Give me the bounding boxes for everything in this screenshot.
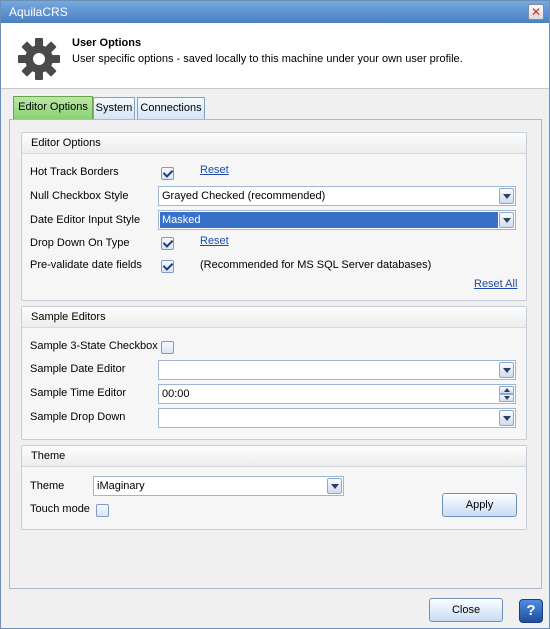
null-checkbox-style-select[interactable]: Grayed Checked (recommended) [158, 186, 516, 206]
header-title: User Options [72, 37, 142, 49]
spin-down-icon[interactable] [499, 394, 514, 402]
theme-label: Theme [30, 480, 65, 492]
date-editor-input-style-value: Masked [160, 212, 498, 228]
touch-mode-label: Touch mode [30, 503, 90, 515]
date-editor-input-style-select[interactable]: Masked [158, 210, 516, 230]
chevron-down-icon[interactable] [499, 188, 514, 204]
date-editor-input-style-label: Date Editor Input Style [30, 214, 141, 226]
header-banner: User Options User specific options - sav… [1, 23, 549, 89]
tab-editor-options[interactable]: Editor Options [13, 96, 93, 120]
tab-system[interactable]: System [93, 97, 135, 119]
close-icon[interactable]: ✕ [528, 4, 544, 20]
header-subtitle: User specific options - saved locally to… [72, 53, 463, 65]
theme-group-title: Theme [22, 446, 526, 467]
tab-connections[interactable]: Connections [137, 97, 205, 119]
chevron-down-icon[interactable] [499, 410, 514, 426]
reset-all-link[interactable]: Reset All [474, 278, 517, 290]
drop-down-on-type-checkbox[interactable] [161, 237, 174, 250]
sample-editors-group-title: Sample Editors [22, 307, 526, 328]
title-bar: AquilaCRS ✕ [1, 1, 549, 23]
sample-date-editor[interactable] [158, 360, 516, 380]
sample-time-editor[interactable]: 00:00 [158, 384, 516, 404]
drop-down-reset-link[interactable]: Reset [200, 235, 229, 247]
theme-select[interactable]: iMaginary [93, 476, 344, 496]
window-title: AquilaCRS [9, 5, 68, 19]
editor-options-group-title: Editor Options [22, 133, 526, 154]
sample-date-label: Sample Date Editor [30, 363, 126, 375]
sample-3-state-checkbox[interactable] [161, 341, 174, 354]
null-checkbox-style-label: Null Checkbox Style [30, 190, 129, 202]
sample-drop-down[interactable] [158, 408, 516, 428]
sample-time-label: Sample Time Editor [30, 387, 126, 399]
close-button[interactable]: Close [429, 598, 503, 622]
theme-value: iMaginary [97, 480, 145, 492]
chevron-down-icon[interactable] [327, 478, 342, 494]
hot-track-reset-link[interactable]: Reset [200, 164, 229, 176]
apply-button[interactable]: Apply [442, 493, 517, 517]
gear-icon [18, 38, 60, 80]
null-checkbox-style-value: Grayed Checked (recommended) [162, 190, 326, 202]
hot-track-borders-label: Hot Track Borders [30, 166, 119, 178]
spin-up-icon[interactable] [499, 386, 514, 394]
drop-down-on-type-label: Drop Down On Type [30, 237, 130, 249]
sample-time-value: 00:00 [162, 388, 190, 400]
sample-3-state-label: Sample 3-State Checkbox [30, 340, 158, 352]
help-icon[interactable]: ? [519, 599, 543, 623]
chevron-down-icon[interactable] [499, 362, 514, 378]
touch-mode-checkbox[interactable] [96, 504, 109, 517]
chevron-down-icon[interactable] [499, 212, 514, 228]
hot-track-borders-checkbox[interactable] [161, 167, 174, 180]
user-options-window: AquilaCRS ✕ User Options User specific o… [0, 0, 550, 629]
sample-drop-down-label: Sample Drop Down [30, 411, 126, 423]
pre-validate-checkbox[interactable] [161, 260, 174, 273]
pre-validate-label: Pre-validate date fields [30, 259, 142, 271]
pre-validate-note: (Recommended for MS SQL Server databases… [200, 259, 432, 271]
